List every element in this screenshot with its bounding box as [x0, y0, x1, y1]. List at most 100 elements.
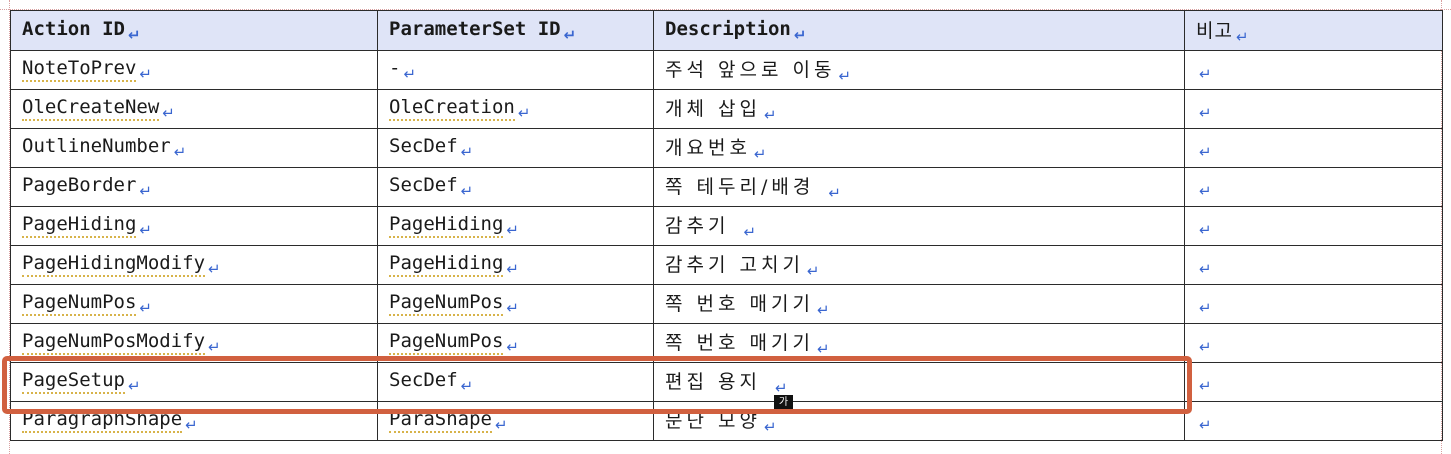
cell-parameterset-id[interactable]: - ↵ — [377, 50, 654, 90]
cell-parameterset-id[interactable]: PageNumPos ↵ — [377, 323, 654, 363]
cell-note[interactable]: ↵ — [1184, 50, 1443, 90]
paragraph-mark-icon: ↵ — [753, 145, 767, 163]
table-row: NoteToPrev ↵ - ↵ 주석 앞으로 이동 ↵ ↵ — [10, 50, 1443, 90]
cell-action-id[interactable]: PageNumPosModify ↵ — [10, 323, 378, 363]
paragraph-mark-icon: ↵ — [1199, 221, 1212, 239]
paragraph-mark-icon: ↵ — [816, 301, 830, 319]
table-row: ParagraphShape ↵ ParaShape ↵ 문단 모양 ↵ ↵ — [10, 401, 1443, 441]
cell-description[interactable]: 개요번호 ↵ — [653, 128, 1185, 168]
cell-action-id[interactable]: PageNumPos ↵ — [10, 284, 378, 324]
cell-parameterset-id[interactable]: SecDef ↵ — [377, 167, 654, 207]
paragraph-mark-icon: ↵ — [173, 143, 187, 161]
paragraph-mark-icon: ↵ — [816, 340, 830, 358]
cell-parameterset-id[interactable]: OleCreation ↵ — [377, 89, 654, 129]
cell-note[interactable]: ↵ — [1184, 89, 1443, 129]
paragraph-mark-icon: ↵ — [763, 418, 777, 436]
cell-description[interactable]: 쪽 번호 매기기 ↵ — [653, 284, 1185, 324]
cell-note[interactable]: ↵ — [1184, 167, 1443, 207]
cell-action-id[interactable]: PageBorder ↵ — [10, 167, 378, 207]
paragraph-mark-icon: ↵ — [806, 262, 820, 280]
paragraph-mark-icon: ↵ — [506, 338, 519, 356]
cell-action-id[interactable]: PageHidingModify ↵ — [10, 245, 378, 285]
cell-description[interactable]: 쪽 테두리/배경 ↵ — [653, 167, 1185, 207]
cell-action-id[interactable]: OutlineNumber ↵ — [10, 128, 378, 168]
cell-description[interactable]: 감추기 ↵ — [653, 206, 1185, 246]
cell-parameterset-id[interactable]: SecDef ↵ — [377, 128, 654, 168]
cell-parameterset-id[interactable]: PageHiding ↵ — [377, 245, 654, 285]
cell-action-id[interactable]: NoteToPrev ↵ — [10, 50, 378, 90]
cell-description[interactable]: 주석 앞으로 이동 ↵ — [653, 50, 1185, 90]
paragraph-mark-icon: ↵ — [1199, 65, 1212, 83]
cell-note[interactable]: ↵ — [1184, 362, 1443, 402]
paragraph-mark-icon: ↵ — [506, 260, 519, 278]
paragraph-mark-icon: ↵ — [763, 106, 777, 124]
table-row: PageNumPos ↵ PageNumPos ↵ 쪽 번호 매기기 ↵ ↵ — [10, 284, 1443, 324]
cell-note[interactable]: ↵ — [1184, 206, 1443, 246]
cell-note[interactable]: ↵ — [1184, 323, 1443, 363]
paragraph-mark-icon: ↵ — [208, 260, 221, 278]
paragraph-mark-icon: ↵ — [139, 65, 152, 83]
paragraph-mark-icon: ↵ — [1199, 260, 1212, 278]
table-row: OleCreateNew ↵ OleCreation ↵ 개체 삽입 ↵ ↵ — [10, 89, 1443, 129]
paragraph-mark-icon: ↵ — [517, 104, 531, 122]
cell-note[interactable]: ↵ — [1184, 284, 1443, 324]
cell-action-id[interactable]: ParagraphShape ↵ — [10, 401, 378, 441]
paragraph-mark-icon: ↵ — [1199, 182, 1212, 200]
cell-note[interactable]: ↵ — [1184, 245, 1443, 285]
paragraph-mark-icon: ↵ — [838, 67, 852, 85]
cell-action-id[interactable]: PageHiding ↵ — [10, 206, 378, 246]
table-row: PageHidingModify ↵ PageHiding ↵ 감추기 고치기 ↵ ↵ — [10, 245, 1443, 285]
paragraph-mark-icon: ↵ — [127, 25, 141, 44]
cell-parameterset-id[interactable]: PageNumPos ↵ — [377, 284, 654, 324]
paragraph-mark-icon: ↵ — [743, 223, 757, 241]
paragraph-mark-icon: ↵ — [139, 299, 152, 317]
cell-description[interactable]: 문단 모양 ↵ — [653, 401, 1185, 441]
cell-description[interactable]: 쪽 번호 매기기 ↵ — [653, 323, 1185, 363]
table-row: PageBorder ↵ SecDef ↵ 쪽 테두리/배경 ↵ ↵ — [10, 167, 1443, 207]
paragraph-mark-icon: ↵ — [1199, 416, 1212, 434]
table-row-highlighted: PageSetup ↵ SecDef ↵ 편집 용지 ↵ ↵ — [10, 362, 1443, 402]
action-table: Action ID ↵ ParameterSet ID ↵ Description ↵… — [10, 10, 1443, 441]
paragraph-mark-icon: ↵ — [460, 377, 474, 395]
paragraph-mark-icon: ↵ — [127, 377, 141, 395]
header-description[interactable]: Description ↵ — [653, 10, 1185, 51]
table-header-row: Action ID ↵ ParameterSet ID ↵ Description ↵… — [10, 10, 1443, 51]
table-row: PageHiding ↵ PageHiding ↵ 감추기 ↵ ↵ — [10, 206, 1443, 246]
paragraph-mark-icon: ↵ — [1235, 27, 1249, 46]
paragraph-mark-icon: ↵ — [506, 221, 519, 239]
header-parameterset-id[interactable]: ParameterSet ID ↵ — [377, 10, 654, 51]
paragraph-mark-icon: ↵ — [139, 221, 152, 239]
cell-note[interactable]: ↵ — [1184, 401, 1443, 441]
paragraph-mark-icon: ↵ — [185, 416, 198, 434]
header-note[interactable]: 비고 ↵ — [1184, 10, 1443, 51]
paragraph-mark-icon: ↵ — [208, 338, 221, 356]
paragraph-mark-icon: ↵ — [1199, 377, 1212, 395]
paragraph-mark-icon: ↵ — [460, 143, 474, 161]
paragraph-mark-icon: ↵ — [162, 104, 175, 122]
paragraph-mark-icon: ↵ — [139, 182, 152, 200]
cell-description[interactable]: 개체 삽입 ↵ — [653, 89, 1185, 129]
cell-action-id[interactable]: OleCreateNew ↵ — [10, 89, 378, 129]
paragraph-mark-icon: ↵ — [1199, 143, 1212, 161]
table-row: PageNumPosModify ↵ PageNumPos ↵ 쪽 번호 매기기 ↵ … — [10, 323, 1443, 363]
header-action-id[interactable]: Action ID ↵ — [10, 10, 378, 51]
cell-action-id[interactable]: PageSetup ↵ — [10, 362, 378, 402]
paragraph-mark-icon: ↵ — [403, 65, 417, 83]
paragraph-mark-icon: ↵ — [1199, 299, 1212, 317]
cell-note[interactable]: ↵ — [1184, 128, 1443, 168]
cell-parameterset-id[interactable]: SecDef ↵ — [377, 362, 654, 402]
paragraph-mark-icon: ↵ — [460, 182, 474, 200]
cell-description[interactable]: 편집 용지 ↵ — [653, 362, 1185, 402]
table-row: OutlineNumber ↵ SecDef ↵ 개요번호 ↵ ↵ — [10, 128, 1443, 168]
paragraph-mark-icon: ↵ — [494, 416, 508, 434]
cell-parameterset-id[interactable]: ParaShape ↵ — [377, 401, 654, 441]
paragraph-mark-icon: ↵ — [828, 184, 841, 202]
ime-indicator-icon: 가 — [774, 395, 793, 410]
cell-parameterset-id[interactable]: PageHiding ↵ — [377, 206, 654, 246]
paragraph-mark-icon: ↵ — [793, 25, 807, 44]
paragraph-mark-icon: ↵ — [563, 25, 577, 44]
paragraph-mark-icon: ↵ — [1199, 104, 1212, 122]
paragraph-mark-icon: ↵ — [1199, 338, 1212, 356]
paragraph-mark-icon: ↵ — [506, 299, 519, 317]
cell-description[interactable]: 감추기 고치기 ↵ — [653, 245, 1185, 285]
